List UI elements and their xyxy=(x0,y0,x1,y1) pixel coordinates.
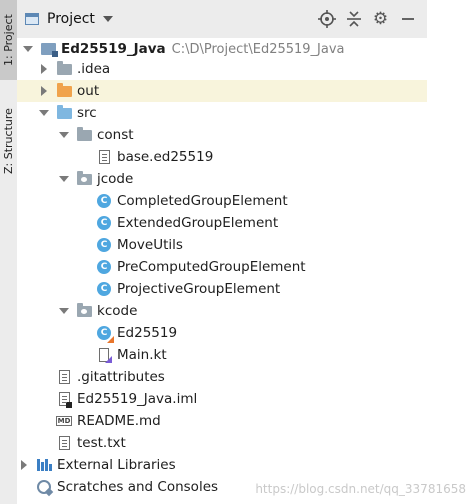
file-icon xyxy=(98,150,110,164)
hide-panel-button[interactable] xyxy=(394,7,421,31)
tree-node-src[interactable]: src xyxy=(17,102,448,124)
file-icon xyxy=(58,370,70,384)
tree-node-label: const xyxy=(97,127,134,143)
tree-node-label: ExtendedGroupElement xyxy=(117,215,279,231)
locate-button[interactable] xyxy=(313,7,340,31)
libraries-icon xyxy=(36,459,52,471)
expand-arrow-icon[interactable] xyxy=(58,173,70,185)
tree-node-label: base.ed25519 xyxy=(117,149,214,165)
tree-node-external-libraries[interactable]: External Libraries xyxy=(17,454,428,476)
tree-node-jcode[interactable]: jcode xyxy=(17,168,468,190)
settings-button[interactable]: ⚙ xyxy=(367,7,394,31)
file-icon xyxy=(58,436,70,450)
tree-node-label: Scratches and Consoles xyxy=(57,479,219,495)
markdown-file-icon: MD xyxy=(55,416,73,426)
tree-node-root[interactable]: Ed25519_Java C:\D\Project\Ed25519_Java xyxy=(17,38,432,60)
tree-node-kcode[interactable]: kcode xyxy=(17,300,468,322)
chevron-down-icon xyxy=(102,16,113,22)
package-icon xyxy=(76,302,92,317)
folder-icon xyxy=(76,126,92,141)
tree-node-label: Ed25519_Java.iml xyxy=(77,391,198,407)
tree-node-testtxt[interactable]: test.txt xyxy=(17,432,448,454)
tree-node-extended[interactable]: C ExtendedGroupElement xyxy=(17,212,474,234)
tree-node-label: test.txt xyxy=(77,435,126,451)
tree-node-mainkt[interactable]: Main.kt xyxy=(17,344,474,366)
folder-icon xyxy=(56,60,72,75)
project-view-icon xyxy=(24,12,39,25)
expand-arrow-icon[interactable] xyxy=(58,305,70,317)
tree-node-label: Ed25519 xyxy=(117,325,178,341)
tree-node-out[interactable]: out xyxy=(17,80,448,102)
tree-node-ed25519[interactable]: C Ed25519 xyxy=(17,322,474,344)
tree-node-const[interactable]: const xyxy=(17,124,468,146)
scratches-icon xyxy=(37,480,51,494)
tree-node-label: out xyxy=(77,83,100,99)
tree-node-label: Ed25519_Java xyxy=(61,41,166,57)
tree-node-precomputed[interactable]: C PreComputedGroupElement xyxy=(17,256,474,278)
collapse-arrow-icon[interactable] xyxy=(18,459,30,471)
tool-window-strip: 1: Project Z: Structure xyxy=(0,0,18,504)
class-icon: C xyxy=(97,194,111,208)
tree-node-label: External Libraries xyxy=(57,457,176,473)
tree-node-iml[interactable]: Ed25519_Java.iml xyxy=(17,388,448,410)
gear-icon: ⚙ xyxy=(372,9,389,29)
kotlin-class-icon: C xyxy=(97,326,114,343)
collapse-all-button[interactable] xyxy=(340,7,367,31)
tree-node-label: .gitattributes xyxy=(77,369,165,385)
class-icon: C xyxy=(97,216,111,230)
editor-gap xyxy=(427,0,474,504)
expand-arrow-icon[interactable] xyxy=(38,107,50,119)
class-icon: C xyxy=(97,282,111,296)
structure-tool-tab-label: Z: Structure xyxy=(2,108,15,174)
tree-node-label: src xyxy=(77,105,97,121)
tree-node-label: .idea xyxy=(77,61,111,77)
project-tool-tab-label: 1: Project xyxy=(2,14,15,66)
collapse-arrow-icon[interactable] xyxy=(38,85,50,97)
tree-node-projective[interactable]: C ProjectiveGroupElement xyxy=(17,278,474,300)
tree-node-label: ProjectiveGroupElement xyxy=(117,281,281,297)
project-tool-tab[interactable]: 1: Project xyxy=(0,0,17,80)
locate-icon xyxy=(317,10,336,28)
tree-node-gitattributes[interactable]: .gitattributes xyxy=(17,366,448,388)
tree-node-label: CompletedGroupElement xyxy=(117,193,288,209)
tree-node-completed[interactable]: C CompletedGroupElement xyxy=(17,190,474,212)
structure-tool-tab[interactable]: Z: Structure xyxy=(0,104,17,178)
collapse-icon xyxy=(346,11,361,27)
tree-node-moveutils[interactable]: C MoveUtils xyxy=(17,234,474,256)
project-path: C:\D\Project\Ed25519_Java xyxy=(171,41,345,57)
class-icon: C xyxy=(97,260,111,274)
package-icon xyxy=(76,170,92,185)
tree-node-label: README.md xyxy=(77,413,161,429)
collapse-arrow-icon[interactable] xyxy=(38,63,50,75)
source-folder-icon xyxy=(56,104,72,119)
tree-node-label: jcode xyxy=(97,171,134,187)
tree-node-label: kcode xyxy=(97,303,138,319)
tree-node-idea[interactable]: .idea xyxy=(17,58,448,80)
tree-node-label: Main.kt xyxy=(117,347,167,363)
module-file-icon xyxy=(58,392,72,408)
excluded-folder-icon xyxy=(56,82,72,97)
minimize-icon xyxy=(401,18,414,20)
panel-title: Project xyxy=(47,11,95,27)
tree-node-readme[interactable]: MD README.md xyxy=(17,410,448,432)
expand-arrow-icon[interactable] xyxy=(22,43,34,55)
tree-node-label: MoveUtils xyxy=(117,237,183,253)
tree-node-label: PreComputedGroupElement xyxy=(117,259,306,275)
watermark-text: https://blog.csdn.net/qq_33781658 xyxy=(255,482,466,496)
project-tree: Ed25519_Java C:\D\Project\Ed25519_Java .… xyxy=(17,38,448,504)
view-selector-dropdown[interactable]: Project xyxy=(24,11,113,27)
project-panel-header: Project ⚙ xyxy=(17,0,427,39)
kotlin-file-icon xyxy=(99,348,112,363)
project-folder-icon xyxy=(40,43,58,57)
tree-node-base[interactable]: base.ed25519 xyxy=(17,146,474,168)
expand-arrow-icon[interactable] xyxy=(58,129,70,141)
class-icon: C xyxy=(97,238,111,252)
